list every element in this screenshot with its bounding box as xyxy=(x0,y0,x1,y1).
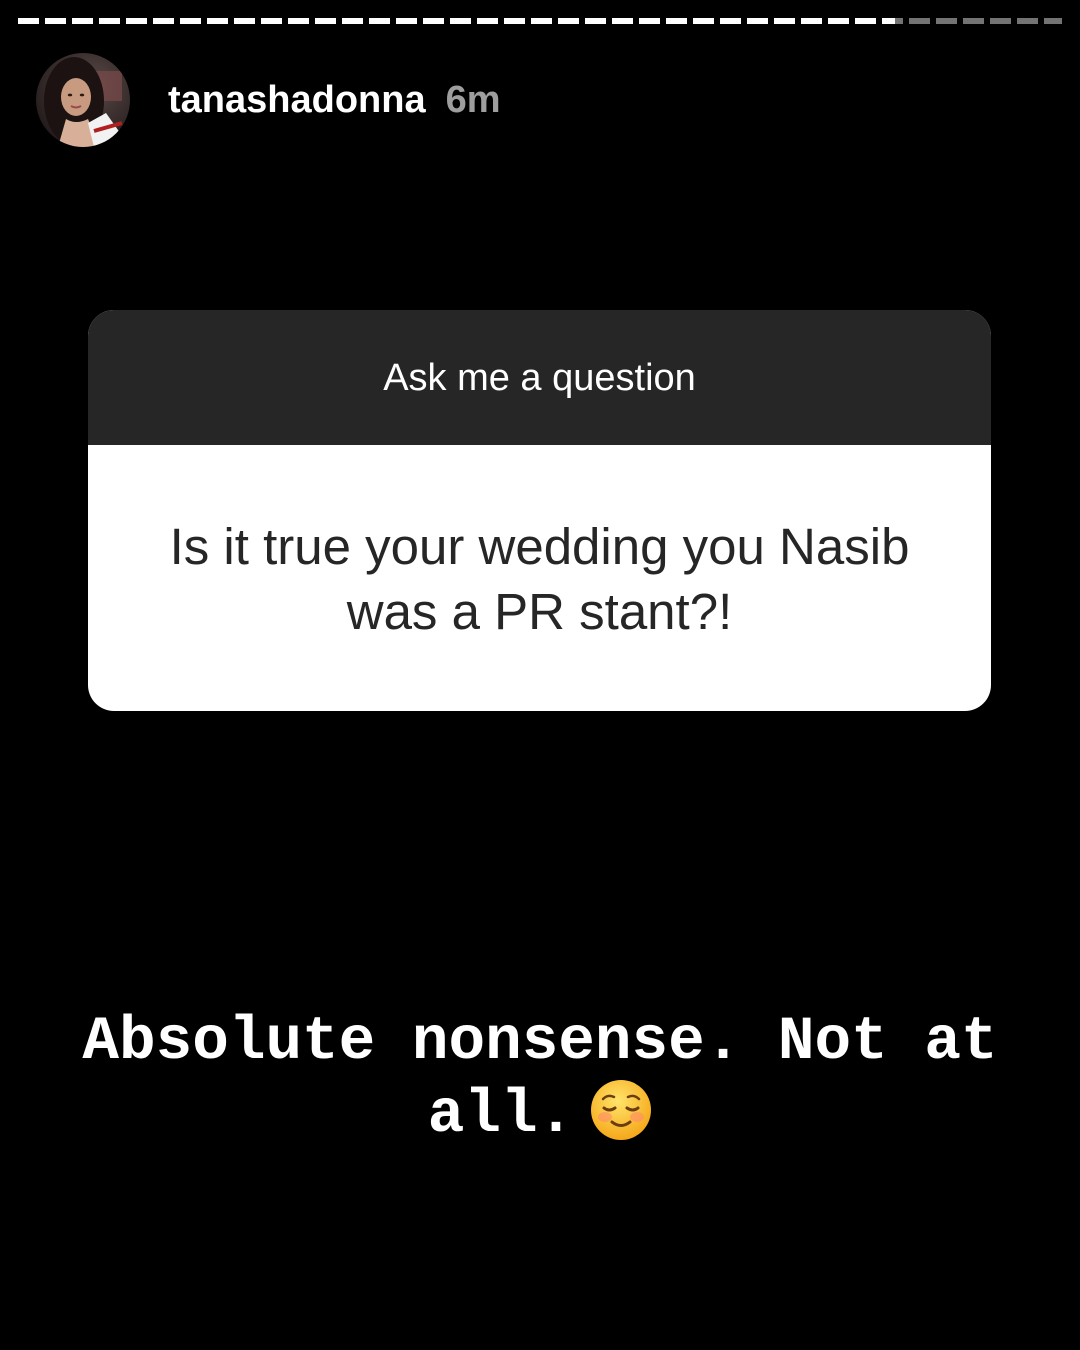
avatar[interactable] xyxy=(36,53,130,147)
question-sticker: Ask me a question Is it true your weddin… xyxy=(88,310,991,711)
avatar-image xyxy=(36,53,130,147)
answer-text: Absolute nonsense. Not at all. xyxy=(82,1008,998,1150)
question-sticker-prompt: Ask me a question xyxy=(88,310,991,445)
story-progress-fill xyxy=(18,18,895,24)
username[interactable]: tanashadonna xyxy=(168,79,426,122)
question-sticker-question: Is it true your wedding you Nasib was a … xyxy=(169,517,910,640)
smiling-face-emoji-icon xyxy=(590,1079,652,1141)
answer-caption: Absolute nonsense. Not at all. xyxy=(30,1006,1050,1152)
story-header: tanashadonna 6m xyxy=(36,52,501,148)
timestamp: 6m xyxy=(445,78,501,121)
story-progress-bar xyxy=(18,18,1062,26)
